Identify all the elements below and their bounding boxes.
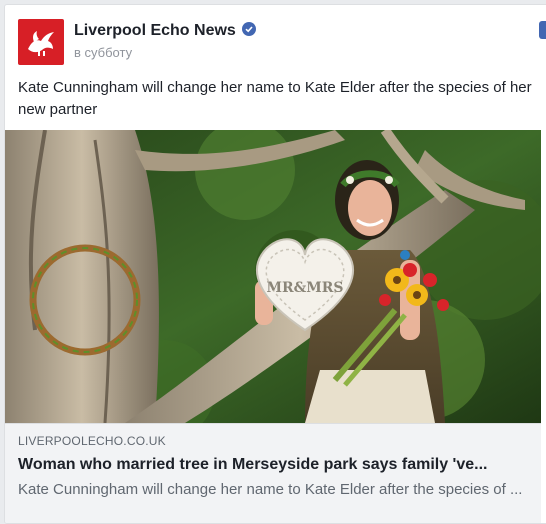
post-timestamp[interactable]: в субботу	[74, 45, 132, 60]
link-description: Kate Cunningham will change her name to …	[18, 481, 523, 498]
verified-check-icon	[241, 22, 256, 36]
liver-bird-logo-icon	[28, 31, 54, 56]
post-photo[interactable]: MR&MRS	[5, 130, 541, 423]
page-name-link[interactable]: Liverpool Echo News	[74, 22, 256, 40]
sign-text: MR&MRS	[266, 280, 343, 296]
facebook-post-card: Liverpool Echo News в субботу Kate Cunni…	[4, 4, 546, 524]
page-avatar[interactable]	[18, 19, 64, 65]
link-domain: LIVERPOOLECHO.CO.UK	[18, 434, 166, 448]
post-text: Kate Cunningham will change her name to …	[18, 79, 532, 118]
facebook-logo-icon[interactable]	[539, 21, 546, 39]
link-preview[interactable]: LIVERPOOLECHO.CO.UK Woman who married tr…	[5, 423, 541, 523]
link-title[interactable]: Woman who married tree in Merseyside par…	[18, 456, 538, 474]
post-header: Liverpool Echo News в субботу	[18, 19, 546, 65]
wedding-tree-photo: MR&MRS	[5, 130, 541, 423]
page-name-text[interactable]: Liverpool Echo News	[74, 22, 236, 39]
